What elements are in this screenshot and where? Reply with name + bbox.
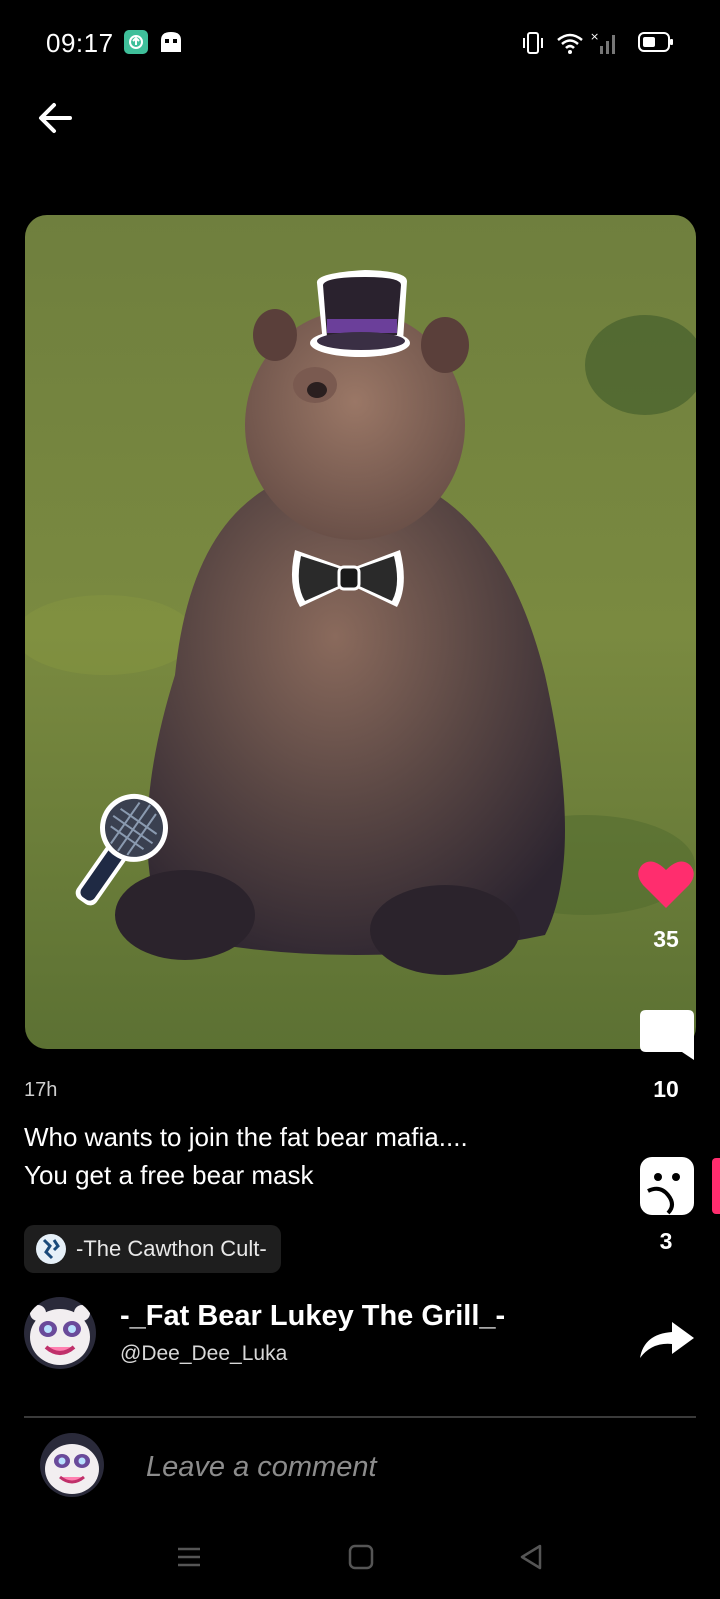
share-icon xyxy=(640,1322,694,1358)
comment-count: 10 xyxy=(653,1076,679,1102)
author-avatar[interactable] xyxy=(24,1297,96,1369)
sticker-icon xyxy=(640,1157,694,1215)
home-nav-button[interactable] xyxy=(348,1544,374,1575)
signal-icon: × xyxy=(590,30,616,56)
post-image[interactable] xyxy=(25,215,696,1049)
caption-line-1: Who wants to join the fat bear mafia.... xyxy=(24,1122,468,1152)
caption-line-2: You get a free bear mask xyxy=(24,1160,314,1190)
community-name: -The Cawthon Cult- xyxy=(76,1236,267,1261)
post-caption: Who wants to join the fat bear mafia....… xyxy=(24,1118,584,1194)
comment-input[interactable] xyxy=(144,1446,668,1488)
divider xyxy=(24,1416,696,1418)
side-tab-indicator[interactable] xyxy=(712,1158,720,1214)
svg-text:×: × xyxy=(590,30,599,43)
community-avatar-icon xyxy=(36,1234,66,1264)
back-arrow-icon xyxy=(39,103,72,133)
menu-nav-button[interactable] xyxy=(176,1544,202,1575)
status-time: 09:17 xyxy=(46,28,114,58)
sticker-count: 3 xyxy=(659,1228,673,1254)
comment-bubble-icon xyxy=(640,1010,694,1060)
author-handle: @Dee_Dee_Luka xyxy=(120,1342,288,1365)
ghost-notification-icon xyxy=(158,30,184,56)
heart-icon xyxy=(638,861,694,908)
vibrate-icon xyxy=(520,30,546,56)
back-nav-button[interactable] xyxy=(518,1544,544,1575)
like-button[interactable] xyxy=(636,858,696,915)
back-button[interactable] xyxy=(34,96,78,140)
post-timestamp: 17h xyxy=(24,1079,58,1101)
share-button[interactable] xyxy=(638,1320,696,1365)
like-count: 35 xyxy=(653,926,679,952)
comments-button[interactable] xyxy=(638,1008,696,1071)
app-notification-icon xyxy=(124,30,150,56)
author-name[interactable]: -_Fat Bear Lukey The Grill_- xyxy=(120,1300,505,1333)
menu-icon xyxy=(178,1547,200,1567)
community-chip[interactable]: -The Cawthon Cult- xyxy=(24,1225,281,1273)
battery-icon xyxy=(638,30,676,56)
back-triangle-icon xyxy=(520,1544,542,1570)
sticker-button[interactable] xyxy=(638,1155,696,1222)
current-user-avatar xyxy=(40,1433,104,1497)
home-icon xyxy=(348,1544,374,1570)
wifi-icon xyxy=(556,30,583,56)
